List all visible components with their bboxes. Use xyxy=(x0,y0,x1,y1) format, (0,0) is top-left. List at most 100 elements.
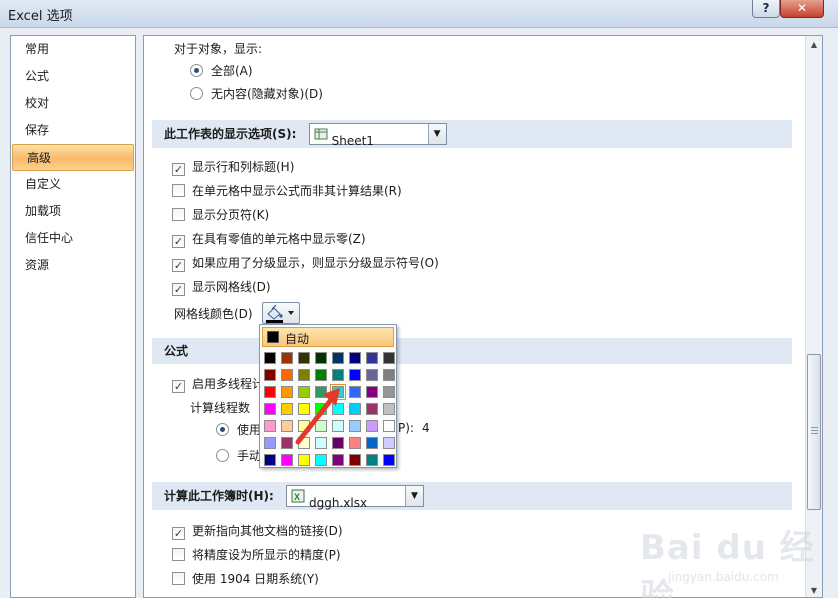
worksheet-icon xyxy=(314,128,328,139)
color-swatch[interactable] xyxy=(264,369,276,381)
color-swatch[interactable] xyxy=(383,386,395,398)
option-row-headers[interactable]: ✓ 显示行和列标题(H) xyxy=(172,158,294,176)
option-multithread[interactable]: ✓ 启用多线程计 xyxy=(172,375,264,393)
checkbox[interactable] xyxy=(172,572,185,585)
color-swatch[interactable] xyxy=(349,403,361,415)
checkbox[interactable] xyxy=(172,208,185,221)
option-update-links[interactable]: ✓ 更新指向其他文档的链接(D) xyxy=(172,522,343,540)
close-button[interactable]: ✕ xyxy=(780,0,824,18)
color-swatch[interactable] xyxy=(366,352,378,364)
objects-heading: 对于对象，显示: xyxy=(174,42,263,56)
scroll-up-icon[interactable]: ▲ xyxy=(806,36,822,53)
color-swatch[interactable] xyxy=(366,386,378,398)
automatic-color-option[interactable]: 自动 xyxy=(262,327,394,347)
color-swatch[interactable] xyxy=(349,386,361,398)
color-swatch[interactable] xyxy=(366,454,378,466)
checkbox[interactable]: ✓ xyxy=(172,163,185,176)
checkbox[interactable] xyxy=(172,548,185,561)
nav-item-trust-center[interactable]: 信任中心 xyxy=(11,225,135,252)
radio-button[interactable] xyxy=(216,423,229,436)
option-label: 启用多线程计 xyxy=(192,377,265,391)
nav-item-save[interactable]: 保存 xyxy=(11,117,135,144)
color-swatch[interactable] xyxy=(264,386,276,398)
color-swatch[interactable] xyxy=(281,454,293,466)
color-swatch[interactable] xyxy=(264,352,276,364)
color-swatch[interactable] xyxy=(383,437,395,449)
option-label: 将精度设为所显示的精度(P) xyxy=(192,548,341,562)
option-gridlines[interactable]: ✓ 显示网格线(D) xyxy=(172,278,271,296)
color-swatch[interactable] xyxy=(383,369,395,381)
nav-item-formulas[interactable]: 公式 xyxy=(11,63,135,90)
color-swatch[interactable] xyxy=(264,437,276,449)
nav-item-advanced[interactable]: 高级 xyxy=(12,144,134,171)
radio-label: 全部(A) xyxy=(211,64,253,78)
color-swatch[interactable] xyxy=(366,437,378,449)
color-swatch[interactable] xyxy=(383,420,395,432)
chevron-down-icon[interactable]: ▼ xyxy=(427,123,446,144)
color-swatch[interactable] xyxy=(383,403,395,415)
checkbox[interactable]: ✓ xyxy=(172,527,185,540)
radio-label: 手动 xyxy=(237,449,262,463)
nav-item-addins[interactable]: 加载项 xyxy=(11,198,135,225)
option-label: 在具有零值的单元格中显示零(Z) xyxy=(192,232,366,246)
sheet-display-section-header: 此工作表的显示选项(S): Sheet1 ▼ xyxy=(152,120,792,148)
radio-button[interactable] xyxy=(190,87,203,100)
color-swatch[interactable] xyxy=(349,437,361,449)
option-1904-date[interactable]: 使用 1904 日期系统(Y) xyxy=(172,570,319,587)
color-swatch[interactable] xyxy=(281,352,293,364)
option-formulas-in-cells[interactable]: 在单元格中显示公式而非其计算结果(R) xyxy=(172,182,402,199)
color-swatch[interactable] xyxy=(332,454,344,466)
workbook-select[interactable]: X dggh.xlsx ▼ xyxy=(286,484,424,510)
color-swatch[interactable] xyxy=(349,369,361,381)
color-swatch[interactable] xyxy=(264,403,276,415)
checkbox[interactable]: ✓ xyxy=(172,380,185,393)
section-title: 公式 xyxy=(164,344,189,358)
color-swatch[interactable] xyxy=(349,420,361,432)
color-swatch[interactable] xyxy=(366,403,378,415)
sheet-select[interactable]: Sheet1 ▼ xyxy=(308,122,447,148)
chevron-down-icon[interactable]: ▼ xyxy=(405,485,423,506)
color-swatch[interactable] xyxy=(332,352,344,364)
option-partial-row[interactable]: ✓ xyxy=(172,594,192,597)
workbook-section-header: 计算此工作簿时(H): X dggh.xlsx ▼ xyxy=(152,482,792,510)
nav-item-customize[interactable]: 自定义 xyxy=(11,171,135,198)
thread-count-value: 4 xyxy=(422,421,430,435)
nav-item-resources[interactable]: 资源 xyxy=(11,252,135,279)
radio-manual[interactable]: 手动 xyxy=(216,447,261,464)
color-swatch[interactable] xyxy=(264,420,276,432)
section-title: 此工作表的显示选项(S): xyxy=(164,127,297,141)
color-swatch[interactable] xyxy=(298,352,310,364)
option-precision[interactable]: 将精度设为所显示的精度(P) xyxy=(172,546,341,563)
radio-button[interactable] xyxy=(216,449,229,462)
color-swatch[interactable] xyxy=(264,454,276,466)
color-swatch[interactable] xyxy=(366,369,378,381)
thread-count-label: 计算线程数 xyxy=(190,401,251,415)
color-swatch[interactable] xyxy=(315,352,327,364)
radio-show-nothing[interactable]: 无内容(隐藏对象)(D) xyxy=(190,85,323,102)
option-page-breaks[interactable]: 显示分页符(K) xyxy=(172,206,269,223)
paint-bucket-icon xyxy=(266,304,294,323)
checkbox[interactable]: ✓ xyxy=(172,283,185,296)
help-button[interactable]: ? xyxy=(752,0,780,18)
color-swatch[interactable] xyxy=(383,454,395,466)
scrollbar-thumb[interactable] xyxy=(807,354,821,510)
nav-item-general[interactable]: 常用 xyxy=(11,36,135,63)
radio-label: 使用 xyxy=(237,423,262,437)
nav-item-proofing[interactable]: 校对 xyxy=(11,90,135,117)
color-swatch[interactable] xyxy=(383,352,395,364)
color-swatch[interactable] xyxy=(349,454,361,466)
radio-show-all[interactable]: 全部(A) xyxy=(190,62,253,79)
color-swatch[interactable] xyxy=(315,454,327,466)
checkbox[interactable]: ✓ xyxy=(172,259,185,272)
checkbox[interactable]: ✓ xyxy=(172,235,185,248)
color-swatch[interactable] xyxy=(349,352,361,364)
radio-button[interactable] xyxy=(190,64,203,77)
radio-use-all-processors[interactable]: 使用 xyxy=(216,421,261,438)
color-swatch[interactable] xyxy=(298,454,310,466)
option-outline-symbols[interactable]: ✓ 如果应用了分级显示，则显示分级显示符号(O) xyxy=(172,254,439,272)
workbook-select-value: dggh.xlsx xyxy=(309,495,368,510)
checkbox[interactable] xyxy=(172,184,185,197)
gridline-color-button[interactable] xyxy=(262,302,300,324)
color-swatch[interactable] xyxy=(366,420,378,432)
option-show-zero[interactable]: ✓ 在具有零值的单元格中显示零(Z) xyxy=(172,230,366,248)
